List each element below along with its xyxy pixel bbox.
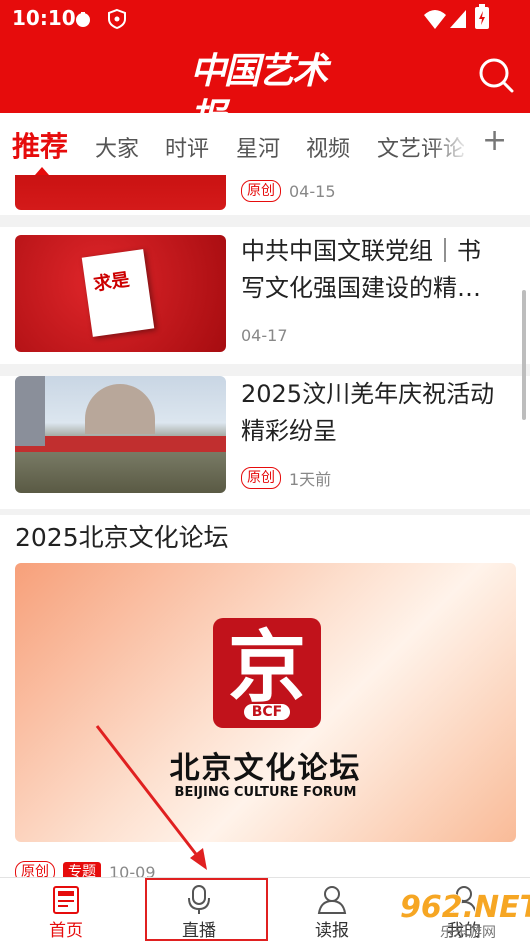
newspaper-icon bbox=[53, 886, 79, 914]
news-item[interactable]: 原创 04-15 bbox=[0, 175, 530, 213]
news-meta: 原创 1天前 bbox=[241, 466, 331, 490]
tab-video[interactable]: 视频 bbox=[306, 131, 350, 163]
active-tab-indicator bbox=[35, 167, 49, 175]
news-thumbnail: 求是 bbox=[15, 235, 226, 352]
app-logo: 中国艺术报 bbox=[190, 50, 328, 138]
divider bbox=[0, 509, 530, 515]
section-title[interactable]: 2025北京文化论坛 bbox=[15, 518, 229, 554]
site-watermark: 962.NET 乐乐游网 bbox=[388, 888, 530, 942]
banner-strip bbox=[15, 436, 226, 452]
nav-label: 读报 bbox=[315, 921, 349, 941]
app-header: 10:10 中国艺术报 bbox=[0, 0, 530, 138]
tab-masters[interactable]: 大家 bbox=[95, 131, 139, 163]
news-item[interactable]: 2025汶川羌年庆祝活动 精彩纷呈 原创 1天前 bbox=[0, 376, 530, 509]
news-title-line: 写文化强国建设的精… bbox=[241, 274, 481, 302]
annotation-highlight-box bbox=[145, 878, 268, 941]
notification-icon bbox=[76, 12, 90, 27]
status-time: 10:10 bbox=[12, 6, 76, 30]
magazine-title: 求是 bbox=[92, 269, 131, 296]
topic-badge: 专题 bbox=[63, 862, 101, 877]
magazine-cover: 求是 bbox=[81, 249, 155, 337]
divider bbox=[0, 364, 530, 376]
section-meta: 原创 专题 10-09 bbox=[15, 861, 156, 877]
forum-name-en: BEIJING CULTURE FORUM bbox=[174, 785, 357, 800]
news-title-line: 中共中国文联党组｜书 bbox=[241, 237, 481, 265]
search-icon[interactable] bbox=[476, 55, 516, 95]
nav-label: 首页 bbox=[49, 921, 83, 941]
news-title-line: 2025汶川羌年庆祝活动 bbox=[241, 380, 495, 408]
news-meta: 原创 04-15 bbox=[241, 180, 336, 202]
news-thumbnail bbox=[15, 175, 226, 210]
tab-commentary[interactable]: 时评 bbox=[165, 131, 209, 163]
nav-read-paper[interactable]: 读报 bbox=[266, 878, 398, 942]
scrollbar[interactable] bbox=[522, 290, 526, 420]
battery-icon bbox=[475, 4, 489, 29]
forum-logo-char: 京 bbox=[227, 622, 306, 713]
news-date: 1天前 bbox=[289, 470, 332, 489]
nav-home[interactable]: 首页 bbox=[0, 878, 132, 942]
watermark-subtext: 乐乐游网 bbox=[440, 925, 496, 941]
section-banner[interactable]: 京 BCF 北京文化论坛 BEIJING CULTURE FORUM bbox=[15, 563, 516, 842]
building-shape bbox=[85, 384, 155, 434]
original-badge: 原创 bbox=[241, 467, 281, 489]
tab-galaxy[interactable]: 星河 bbox=[236, 131, 280, 163]
reader-icon bbox=[317, 886, 347, 914]
signal-icon bbox=[450, 10, 466, 28]
wifi-icon bbox=[424, 10, 446, 29]
original-badge: 原创 bbox=[15, 861, 55, 877]
category-tabs: 推荐 大家 时评 星河 视频 文艺评论 + bbox=[0, 113, 530, 175]
add-tab-button[interactable]: + bbox=[482, 123, 507, 158]
news-item[interactable]: 求是 中共中国文联党组｜书 写文化强国建设的精… 04-17 bbox=[0, 227, 530, 364]
forum-logo: 京 BCF bbox=[213, 618, 321, 728]
news-feed[interactable]: 原创 04-15 求是 中共中国文联党组｜书 写文化强国建设的精… 04-17 … bbox=[0, 175, 530, 877]
news-title-line: 精彩纷呈 bbox=[241, 417, 337, 445]
divider bbox=[0, 215, 530, 227]
building-left bbox=[15, 376, 45, 446]
news-thumbnail bbox=[15, 376, 226, 493]
tab-recommend[interactable]: 推荐 bbox=[12, 125, 68, 165]
news-date: 04-15 bbox=[289, 181, 336, 201]
watermark-text: 962.NET bbox=[400, 890, 530, 925]
forum-name-cn: 北京文化论坛 bbox=[169, 751, 362, 786]
news-date: 04-17 bbox=[241, 326, 288, 345]
shield-icon bbox=[108, 8, 126, 30]
original-badge: 原创 bbox=[241, 180, 281, 202]
forum-logo-bcf: BCF bbox=[243, 704, 291, 720]
news-meta: 04-17 bbox=[241, 326, 288, 345]
tab-fade bbox=[430, 113, 470, 175]
section-date: 10-09 bbox=[109, 862, 156, 878]
